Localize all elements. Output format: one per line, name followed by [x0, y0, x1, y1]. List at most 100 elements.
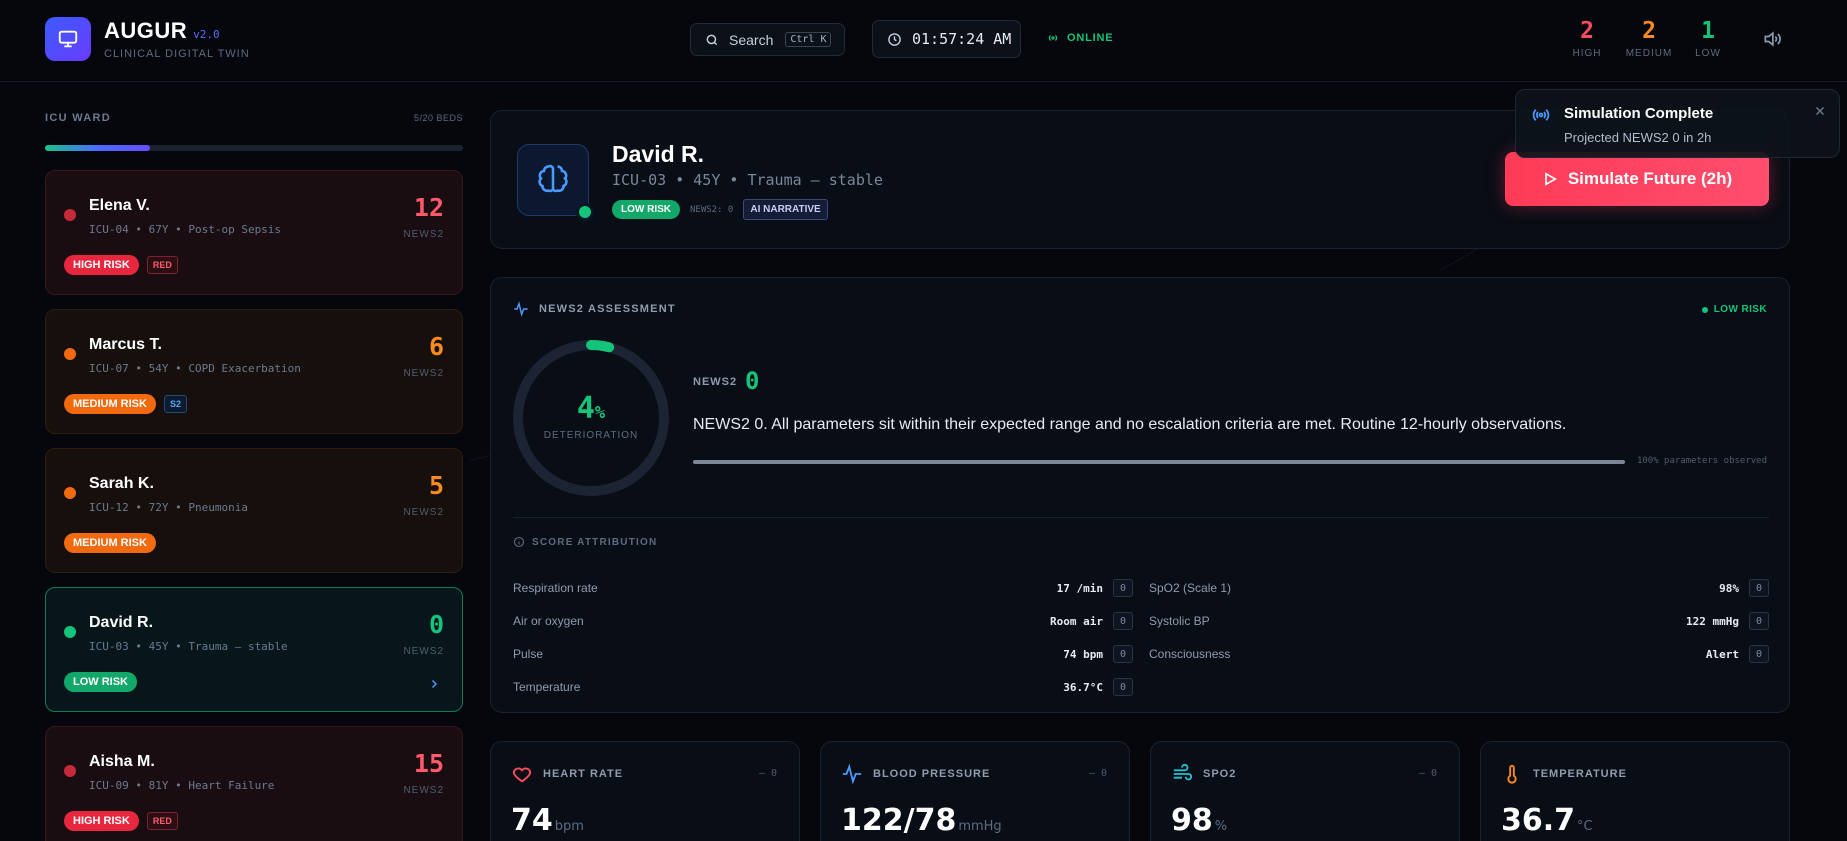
attribution-label: SpO2 (Scale 1): [1149, 581, 1232, 595]
vital-value: 74: [511, 803, 553, 838]
patient-name: David R.: [89, 614, 154, 631]
patient-card-sarah[interactable]: Sarah K. ICU-12 • 72Y • Pneumonia 5 NEWS…: [45, 448, 463, 573]
patient-avatar: [517, 144, 594, 221]
medium-risk-counter: 2 MEDIUM: [1619, 18, 1679, 59]
brand-name: AUGUR: [104, 18, 188, 43]
search-label: Search: [729, 31, 774, 48]
attribution-title: SCORE ATTRIBUTION: [513, 536, 657, 548]
vital-blood-pressure[interactable]: BLOOD PRESSURE – 0 122/78 mmHg: [820, 741, 1130, 841]
simulation-toast: Simulation Complete Projected NEWS2 0 in…: [1515, 89, 1840, 158]
assessment-title-text: NEWS2 ASSESSMENT: [539, 303, 676, 315]
ai-narrative-tag: AI NARRATIVE: [743, 199, 828, 220]
attribution-value: 17 /min: [1056, 581, 1103, 595]
brand-subtitle: CLINICAL DIGITAL TWIN: [104, 48, 250, 60]
vital-title: SPO2: [1203, 768, 1237, 780]
patient-card-aisha[interactable]: Aisha M. ICU-09 • 81Y • Heart Failure 15…: [45, 726, 463, 841]
vital-value: 36.7: [1501, 803, 1576, 838]
thermometer-icon: [1507, 764, 1517, 784]
vital-spo2[interactable]: SPO2 – 0 98%: [1150, 741, 1460, 841]
simulate-future-button[interactable]: Simulate Future (2h): [1505, 152, 1769, 206]
assessment-risk: LOW RISK: [1701, 304, 1767, 315]
attribution-row: Systolic BP 122 mmHg 0: [1149, 610, 1769, 632]
patient-score: 0: [428, 610, 444, 639]
risk-badge: LOW RISK: [612, 200, 680, 219]
search-shortcut: Ctrl K: [785, 32, 832, 47]
brain-icon: [538, 164, 568, 193]
high-count: 2: [1580, 18, 1594, 44]
toast-title: Simulation Complete: [1564, 105, 1714, 122]
patient-name: Marcus T.: [89, 336, 162, 353]
app-logo[interactable]: [45, 17, 91, 61]
attribution-label: Respiration rate: [513, 581, 598, 595]
attribution-score: 0: [1113, 678, 1133, 696]
attribution-label: Consciousness: [1149, 647, 1231, 661]
status-tag: RED: [146, 256, 178, 274]
vital-title: HEART RATE: [543, 768, 624, 780]
vital-value: 98: [1171, 803, 1213, 838]
attribution-row: Respiration rate 17 /min 0: [513, 577, 1133, 599]
vital-trend: – 0: [758, 768, 777, 779]
news2-value: 0: [745, 367, 760, 395]
attribution-score: 0: [1113, 612, 1133, 630]
patient-score: 12: [413, 193, 444, 222]
deterioration-unit: %: [594, 403, 606, 423]
attribution-row: SpO2 (Scale 1) 98% 0: [1149, 577, 1769, 599]
status-tag: S2: [163, 395, 187, 413]
patient-name: David R.: [612, 141, 705, 167]
assessment-title: NEWS2 ASSESSMENT: [513, 301, 676, 317]
patient-card-marcus[interactable]: Marcus T. ICU-07 • 54Y • COPD Exacerbati…: [45, 309, 463, 434]
observed-progress-fill: [693, 460, 1625, 464]
risk-badge: HIGH RISK: [64, 811, 139, 831]
attribution-score: 0: [1749, 645, 1769, 663]
pulse-icon: [842, 763, 862, 785]
attribution-score: 0: [1749, 612, 1769, 630]
patient-name: Aisha M.: [89, 753, 155, 770]
risk-badge: MEDIUM RISK: [64, 394, 156, 414]
deterioration-value: 4%: [511, 391, 671, 426]
attribution-row: Pulse 74 bpm 0: [513, 643, 1133, 665]
risk-badge: HIGH RISK: [64, 255, 139, 275]
clock-time: 01:57:24 AM: [912, 30, 1012, 48]
status-label: ONLINE: [1067, 32, 1114, 44]
patient-score-label: NEWS2: [403, 646, 444, 657]
patient-meta: ICU-07 • 54Y • COPD Exacerbation: [89, 362, 301, 375]
vital-temperature[interactable]: TEMPERATURE 36.7 °C: [1480, 741, 1790, 841]
patient-name: Elena V.: [89, 197, 150, 214]
attribution-value: Alert: [1705, 647, 1739, 661]
search-icon: [706, 34, 718, 45]
risk-dot: [64, 209, 76, 221]
patient-card-david[interactable]: David R. ICU-03 • 45Y • Trauma — stable …: [45, 587, 463, 712]
ward-occupancy-bar: [45, 145, 463, 151]
high-risk-counter: 2 HIGH: [1557, 18, 1617, 59]
patient-card-elena[interactable]: Elena V. ICU-04 • 67Y • Post-op Sepsis 1…: [45, 170, 463, 295]
status-tag: RED: [146, 812, 178, 830]
sound-toggle[interactable]: [1762, 29, 1782, 54]
clock: 01:57:24 AM: [872, 20, 1021, 58]
observed-progress-bar: [693, 460, 1625, 464]
top-header: AUGUR v2.0 CLINICAL DIGITAL TWIN Search C…: [0, 0, 1847, 82]
attribution-score: 0: [1749, 579, 1769, 597]
brand: AUGUR v2.0 CLINICAL DIGITAL TWIN: [104, 18, 250, 60]
toast-subtitle: Projected NEWS2 0 in 2h: [1564, 130, 1712, 145]
low-label: LOW: [1695, 48, 1721, 59]
vital-trend: – 0: [1418, 768, 1437, 779]
vital-heart-rate[interactable]: HEART RATE – 0 74 bpm: [490, 741, 800, 841]
patient-name: Sarah K.: [89, 475, 154, 492]
online-indicator: [576, 203, 594, 221]
risk-badge: LOW RISK: [64, 672, 137, 692]
risk-dot: [64, 765, 76, 777]
risk-badge: MEDIUM RISK: [64, 533, 156, 553]
high-label: HIGH: [1572, 48, 1602, 59]
ward-title: ICU WARD: [45, 112, 112, 124]
vital-unit: %: [1214, 819, 1228, 834]
patient-score: 5: [428, 471, 444, 500]
attribution-row: Temperature 36.7°C 0: [513, 676, 1133, 698]
attribution-row: Consciousness Alert 0: [1149, 643, 1769, 665]
vital-unit: bpm: [554, 819, 584, 834]
monitor-icon: [58, 30, 78, 48]
search-button[interactable]: Search Ctrl K: [690, 23, 845, 56]
observed-label: 100% parameters observed: [1636, 456, 1767, 466]
patient-score-label: NEWS2: [403, 368, 444, 379]
news2-label: NEWS2: [693, 376, 738, 388]
close-icon[interactable]: [1813, 104, 1827, 118]
